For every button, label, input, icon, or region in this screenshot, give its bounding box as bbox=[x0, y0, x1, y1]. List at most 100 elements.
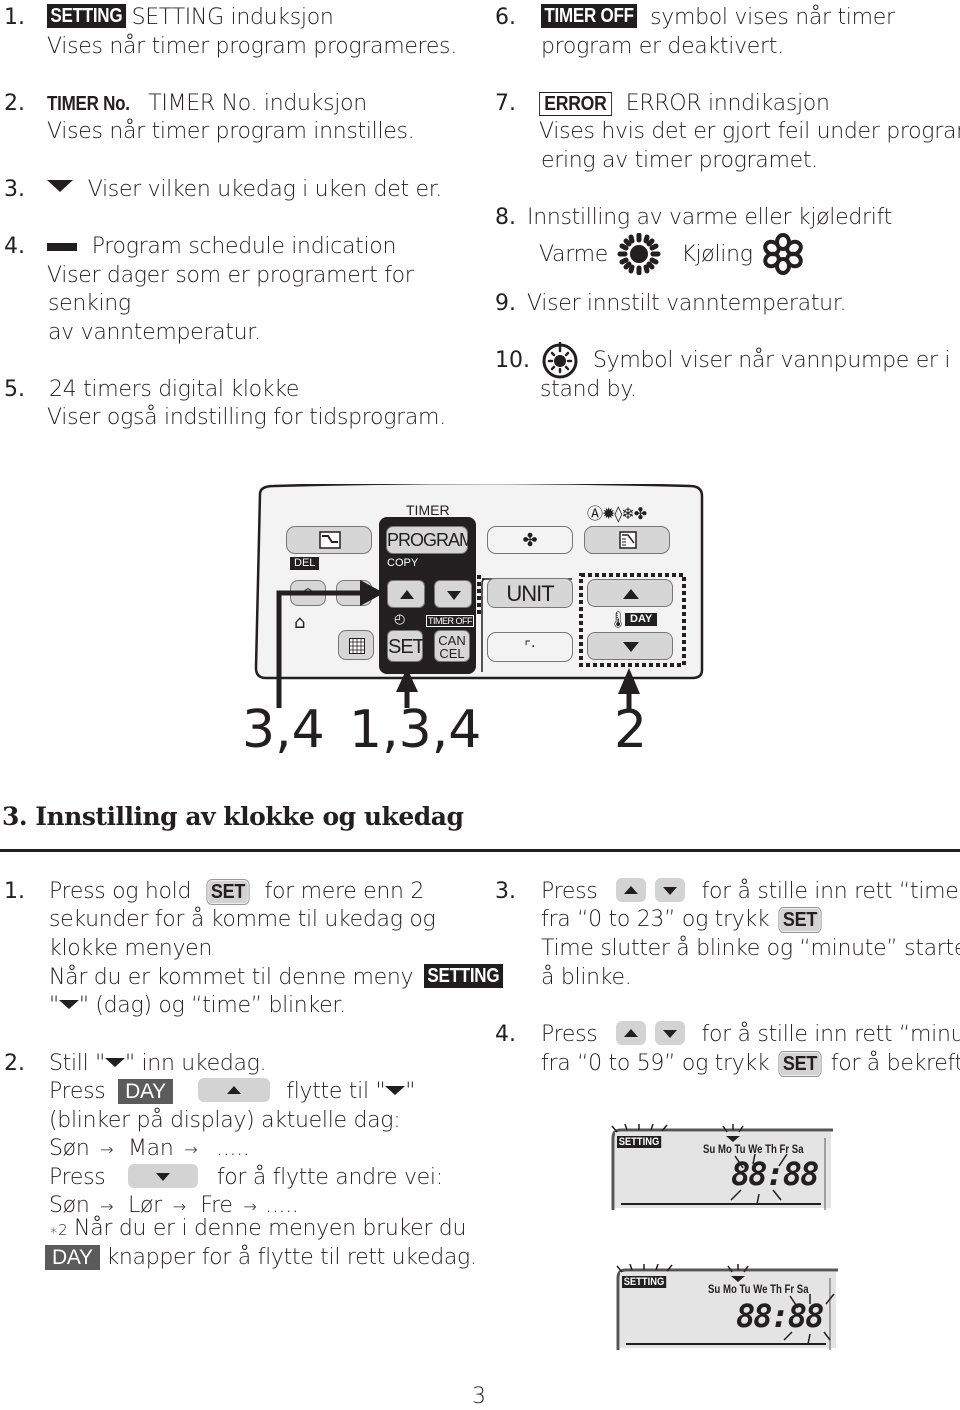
setting-badge: SETTING bbox=[47, 4, 126, 28]
legend-text: symbol vises når timer bbox=[650, 5, 895, 30]
legend-text: Vises når timer program programeres. bbox=[47, 34, 457, 59]
step-text: Press og hold bbox=[49, 879, 192, 904]
fan-icon: ✤ bbox=[522, 530, 538, 551]
up-key bbox=[616, 1021, 647, 1045]
lcd-day: Th bbox=[770, 1282, 782, 1296]
mode-icons: Ⓐ✹◊❄✤ bbox=[587, 504, 647, 523]
step-num: 1. bbox=[4, 879, 25, 904]
step-text: inn ukedag. bbox=[141, 1051, 267, 1076]
legend-num: 9. bbox=[495, 291, 516, 316]
legend-text: Viser vilken ukedag i uken det er. bbox=[87, 177, 443, 202]
arrow-up-icon bbox=[226, 1086, 241, 1094]
step-text: (blinker på display) aktuelle dag: bbox=[49, 1108, 401, 1133]
program-button[interactable]: PROGRAM bbox=[386, 526, 474, 554]
step-text: for å flytte andre vei: bbox=[216, 1165, 443, 1190]
section-heading: 3. Innstilling av klokke og ukedag bbox=[2, 802, 464, 831]
legend-text: 24 timers digital klokke bbox=[49, 377, 300, 402]
step-text: flytte til bbox=[286, 1079, 369, 1104]
page-number: 3 bbox=[472, 1384, 486, 1409]
timer-label: TIMER bbox=[406, 502, 450, 518]
lcd-day: Su bbox=[708, 1282, 721, 1296]
legend-text: Symbol viser når vannpumpe er i bbox=[593, 348, 951, 373]
lcd-day: Mo bbox=[722, 1282, 737, 1296]
legend-text: Program schedule indication bbox=[91, 234, 397, 259]
step-text: sekunder for å komme til ukedag og bbox=[49, 907, 436, 932]
lcd-display-minute-blink: SETTING Su Mo Tu We Th Fr Sa 88:88 bbox=[612, 1264, 838, 1350]
lcd-time: 88:88 bbox=[736, 1297, 824, 1335]
set-key: SET bbox=[206, 879, 250, 905]
legend-item-setting: SETTING SETTING induksjon bbox=[47, 4, 334, 33]
triangle-down-icon bbox=[58, 1000, 79, 1009]
temperature-curve-button[interactable] bbox=[286, 526, 372, 554]
day-name: Søn bbox=[49, 1136, 90, 1161]
ellipsis: ..... bbox=[216, 1136, 250, 1161]
lcd-day: Sa bbox=[796, 1282, 809, 1296]
down-key bbox=[654, 1021, 685, 1045]
legend-text: Viser også indstilling for tidsprogram. bbox=[47, 405, 446, 430]
legend-num: 7. bbox=[495, 91, 516, 116]
legend-item-error: ERROR ERROR inndikasjon bbox=[539, 90, 830, 119]
arrow-right-icon: → bbox=[184, 1140, 198, 1159]
legend-item-schedule: Program schedule indication bbox=[47, 233, 396, 262]
step-num: 3. bbox=[495, 879, 516, 904]
lcd-day: Tu bbox=[734, 1142, 746, 1156]
set-key: SET bbox=[778, 907, 822, 933]
lcd-display-hour-blink: SETTING Su Mo Tu We Th Fr Sa 88:88 bbox=[607, 1124, 833, 1210]
legend-num: 5. bbox=[4, 377, 25, 402]
lcd-day-row: Su Mo Tu We Th Fr Sa bbox=[703, 1142, 804, 1156]
step1-line5: " " (dag) og “time” blinker. bbox=[49, 992, 346, 1021]
legend-num: 3. bbox=[4, 177, 25, 202]
legend-item-timer-off: TIMER OFF symbol vises når timer bbox=[541, 4, 895, 33]
step-text: å blinke. bbox=[541, 965, 632, 990]
mode-button[interactable] bbox=[584, 526, 670, 554]
down-key bbox=[128, 1164, 199, 1188]
step-num: 4. bbox=[495, 1022, 516, 1047]
fan-button[interactable]: ✤ bbox=[487, 526, 573, 554]
arrow-right-icon: → bbox=[243, 1197, 257, 1216]
snowflake-cool-icon bbox=[763, 233, 804, 275]
up-key bbox=[197, 1078, 270, 1102]
legend-text: program er deaktivert. bbox=[541, 34, 784, 59]
callout-arrows bbox=[276, 580, 640, 710]
down-key bbox=[654, 878, 685, 902]
step3-line1: Press for å stille inn rett “time” bbox=[541, 878, 960, 907]
legend-text: av vanntemperatur. bbox=[48, 320, 261, 345]
arrow-right-head bbox=[618, 668, 640, 694]
triangle-down-icon bbox=[47, 180, 73, 192]
arrow-up-icon bbox=[624, 1029, 639, 1037]
lcd-time: 88:88 bbox=[731, 1155, 819, 1193]
section-divider bbox=[0, 849, 960, 852]
legend-text: senking bbox=[48, 291, 131, 316]
triangle-down-icon bbox=[104, 1058, 125, 1067]
day-sequence-forward: Søn → Man → ..... bbox=[49, 1135, 250, 1165]
set-key: SET bbox=[778, 1051, 822, 1077]
step1-line4: Når du er kommet til denne meny SETTING bbox=[49, 964, 517, 993]
cool-label: Kjøling bbox=[681, 242, 753, 267]
arrow-left-line bbox=[276, 590, 362, 708]
arrow-down-icon bbox=[156, 1173, 171, 1181]
timer-no-label: TIMER No. bbox=[47, 93, 130, 115]
step2-note2: DAY knapper for å flytte til rett ukedag… bbox=[45, 1244, 477, 1273]
footnote-mark: ∗2 bbox=[49, 1221, 68, 1239]
legend-item-timer-no: TIMER No. TIMER No. induksjon bbox=[47, 90, 367, 119]
step-text: Press bbox=[49, 1165, 106, 1190]
lcd-setting-label: SETTING bbox=[617, 1136, 661, 1148]
lcd-day: We bbox=[753, 1282, 768, 1296]
legend-item-heat-cool: Varme Kjøling bbox=[539, 232, 804, 276]
step-text: fra “0 to 23” og trykk bbox=[541, 907, 770, 932]
lcd-day: Tu bbox=[739, 1282, 751, 1296]
legend-num: 1. bbox=[4, 5, 25, 30]
callout-label-middle: 1,3,4 bbox=[349, 700, 482, 760]
program-bar-icon bbox=[47, 243, 77, 251]
step-text: for mere enn 2 bbox=[264, 879, 425, 904]
step4-line1: Press for å stille inn rett “minut” bbox=[541, 1021, 960, 1050]
lcd-day: Mo bbox=[717, 1142, 732, 1156]
lcd-setting-label: SETTING bbox=[622, 1276, 666, 1288]
step-text: Still bbox=[49, 1051, 89, 1076]
legend-num: 2. bbox=[4, 91, 25, 116]
setting-badge: SETTING bbox=[423, 964, 503, 988]
legend-text: stand by. bbox=[540, 377, 637, 402]
legend-text: ering av timer programet. bbox=[541, 148, 818, 173]
mode-icon bbox=[619, 531, 637, 549]
pump-standby-icon bbox=[542, 341, 578, 379]
